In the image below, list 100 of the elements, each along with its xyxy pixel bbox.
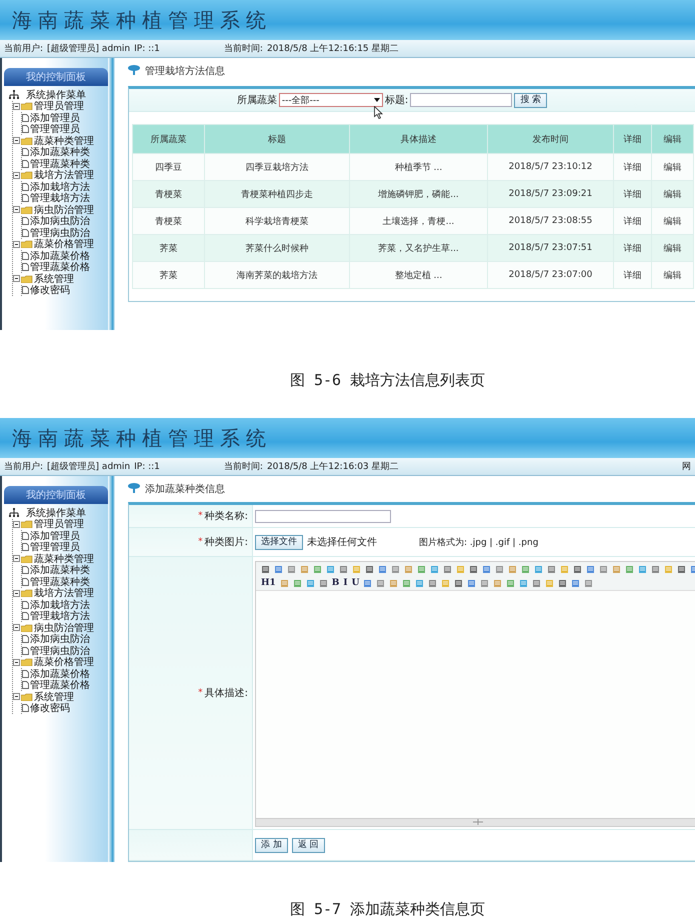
editor-tool-icon[interactable] [534, 564, 543, 574]
menu-item[interactable]: 添加管理员 [30, 528, 80, 543]
menu-item[interactable]: 蔬菜价格管理 [34, 655, 94, 670]
editor-tool-icon[interactable] [443, 564, 452, 574]
format-tool[interactable]: I [343, 578, 348, 588]
menu-item[interactable]: 系统操作菜单 [26, 88, 86, 102]
editor-tool-icon[interactable] [493, 578, 502, 588]
menu-item[interactable]: 病虫防治管理 [34, 202, 94, 217]
menu-item[interactable]: 栽培方法管理 [34, 168, 94, 182]
back-button[interactable]: 返 回 [292, 838, 325, 852]
menu-item[interactable]: 添加病虫防治 [30, 214, 90, 228]
editor-tool-icon[interactable] [339, 564, 348, 574]
editor-tool-icon[interactable] [274, 564, 283, 574]
menu-item[interactable]: 添加蔬菜种类 [30, 563, 90, 578]
menu-item[interactable]: 添加蔬菜种类 [30, 145, 90, 160]
editor-tool-icon[interactable] [495, 564, 504, 574]
editor-tool-icon[interactable] [280, 578, 289, 588]
editor-tool-icon[interactable] [519, 578, 528, 588]
table-link[interactable]: 编辑 [652, 208, 694, 234]
search-button[interactable]: 搜 索 [514, 92, 548, 108]
collapse-icon[interactable] [13, 206, 20, 214]
format-tool[interactable]: U [352, 578, 360, 588]
menu-item[interactable]: 病虫防治管理 [34, 620, 94, 635]
collapse-icon[interactable] [13, 275, 20, 282]
collapse-icon[interactable] [13, 658, 20, 666]
editor-tool-icon[interactable] [586, 564, 595, 574]
menu-item[interactable]: 栽培方法管理 [34, 586, 94, 600]
editor-tool-icon[interactable] [287, 564, 296, 574]
menu-item[interactable]: 系统操作菜单 [26, 506, 86, 520]
menu-item[interactable]: 蔬菜价格管理 [34, 237, 94, 252]
menu-item[interactable]: 系统管理 [34, 690, 74, 704]
rich-text-editor[interactable]: H1 B I U [255, 561, 695, 827]
resize-handle-icon[interactable] [472, 819, 482, 825]
editor-tool-icon[interactable] [638, 564, 647, 574]
format-tool[interactable]: B [332, 578, 340, 588]
editor-tool-icon[interactable] [506, 578, 516, 588]
editor-tool-icon[interactable] [480, 578, 490, 588]
menu-item[interactable]: 管理栽培方法 [30, 191, 90, 206]
table-link[interactable]: 编辑 [652, 234, 694, 262]
menu-item[interactable]: 添加病虫防治 [30, 632, 90, 646]
menu-item[interactable]: 蔬菜种类管理 [34, 134, 94, 148]
collapse-icon[interactable] [13, 137, 20, 144]
heading-tool[interactable]: H1 [261, 578, 276, 588]
menu-item[interactable]: 管理病虫防治 [30, 226, 90, 240]
editor-tool-icon[interactable] [625, 564, 634, 574]
editor-tool-icon[interactable] [313, 564, 322, 574]
editor-tool-icon[interactable] [428, 578, 438, 588]
collapse-icon[interactable] [13, 555, 20, 562]
collapse-icon[interactable] [13, 102, 20, 110]
editor-tool-icon[interactable] [261, 564, 270, 574]
editor-tool-icon[interactable] [454, 578, 464, 588]
editor-tool-icon[interactable] [378, 564, 387, 574]
add-button[interactable]: 添 加 [255, 838, 288, 852]
editor-tool-icon[interactable] [482, 564, 491, 574]
menu-item[interactable]: 蔬菜种类管理 [34, 552, 94, 566]
table-link[interactable]: 详细 [614, 154, 652, 180]
editor-tool-icon[interactable] [318, 578, 328, 588]
editor-tool-icon[interactable] [365, 564, 374, 574]
menu-item[interactable]: 管理管理员 [30, 122, 80, 136]
menu-item[interactable]: 系统管理 [34, 272, 74, 286]
editor-tool-icon[interactable] [292, 578, 302, 588]
editor-tool-icon[interactable] [300, 564, 309, 574]
table-link[interactable]: 编辑 [652, 180, 694, 208]
collapse-icon[interactable] [13, 240, 20, 248]
collapse-icon[interactable] [13, 520, 20, 528]
table-link[interactable]: 详细 [614, 262, 652, 288]
editor-tool-icon[interactable] [467, 578, 476, 588]
menu-item[interactable]: 管理员管理 [34, 99, 84, 114]
table-link[interactable]: 详细 [614, 180, 652, 208]
editor-tool-icon[interactable] [306, 578, 315, 588]
editor-tool-icon[interactable] [430, 564, 439, 574]
editor-tool-icon[interactable] [415, 578, 424, 588]
menu-item[interactable]: 添加蔬菜价格 [30, 666, 90, 681]
editor-tool-icon[interactable] [391, 564, 400, 574]
menu-item[interactable]: 添加蔬菜价格 [30, 248, 90, 263]
editor-tool-icon[interactable] [571, 578, 580, 588]
editor-tool-icon[interactable] [521, 564, 530, 574]
menu-item[interactable]: 管理员管理 [34, 517, 84, 532]
editor-tool-icon[interactable] [326, 564, 335, 574]
editor-tool-icon[interactable] [376, 578, 386, 588]
menu-item[interactable]: 管理管理员 [30, 540, 80, 554]
editor-tool-icon[interactable] [508, 564, 517, 574]
menu-item[interactable]: 管理蔬菜种类 [30, 156, 90, 171]
menu-item[interactable]: 修改密码 [30, 701, 70, 716]
title-input[interactable] [410, 93, 512, 107]
menu-item[interactable]: 管理蔬菜种类 [30, 574, 90, 589]
editor-tool-icon[interactable] [389, 578, 398, 588]
editor-tool-icon[interactable] [584, 578, 594, 588]
editor-tool-icon[interactable] [402, 578, 412, 588]
editor-tool-icon[interactable] [612, 564, 621, 574]
editor-tool-icon[interactable] [547, 564, 556, 574]
editor-tool-icon[interactable] [651, 564, 660, 574]
editor-tool-icon[interactable] [599, 564, 608, 574]
table-link[interactable]: 详细 [614, 234, 652, 262]
menu-item[interactable]: 添加栽培方法 [30, 598, 90, 612]
table-link[interactable]: 详细 [614, 208, 652, 234]
choose-file-button[interactable]: 选择文件 [255, 534, 303, 550]
editor-tool-icon[interactable] [417, 564, 426, 574]
editor-tool-icon[interactable] [573, 564, 582, 574]
menu-item[interactable]: 管理蔬菜价格 [30, 678, 90, 692]
